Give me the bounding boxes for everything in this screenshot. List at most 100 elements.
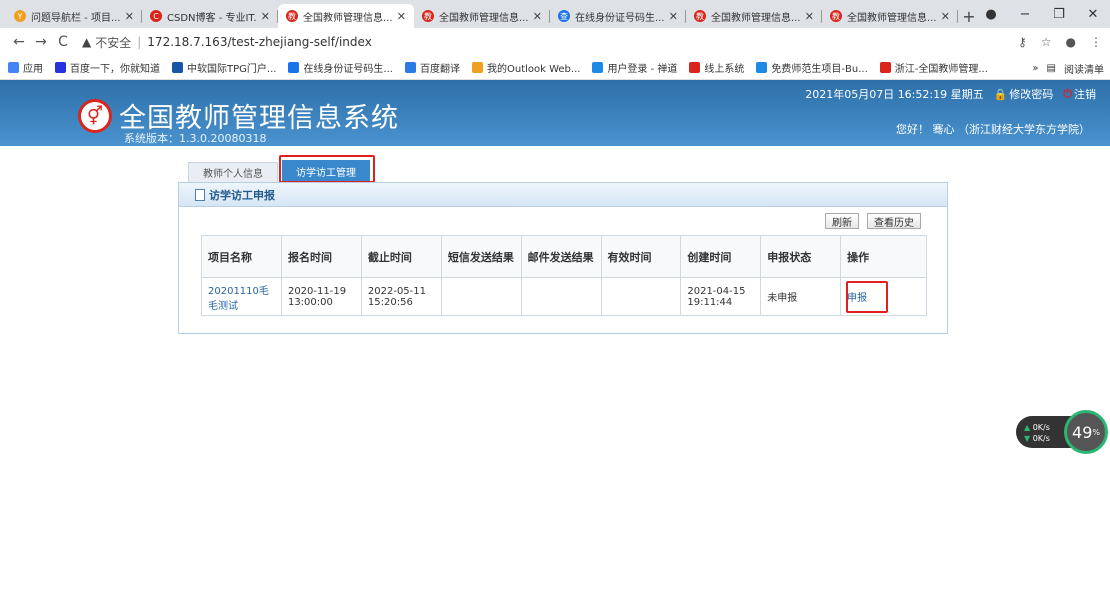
bookmark-label: 百度一下，你就知道	[70, 64, 160, 75]
key-icon[interactable]: ⚷	[1018, 35, 1027, 49]
project-table: 项目名称 报名时间 截止时间 短信发送结果 邮件发送结果 有效时间 创建时间 申…	[201, 235, 927, 316]
bookmark-item[interactable]: 百度翻译	[404, 60, 460, 75]
download-speed: 0K/s	[1032, 434, 1050, 443]
bookmark-item[interactable]: 线上系统	[689, 60, 744, 75]
bookmarks-more-icon[interactable]: »	[1032, 63, 1038, 74]
valid-time-cell	[600, 277, 682, 316]
browser-tab[interactable]: Y 问题导航栏 - 项目... ✕	[6, 4, 142, 28]
signup-time-cell: 2020-11-19 13:00:00	[280, 277, 362, 316]
browser-tab[interactable]: 教全国教师管理信息... ✕	[686, 4, 822, 28]
view-history-button[interactable]: 查看历史	[867, 213, 921, 229]
created-time-cell: 2021-04-15 19:11:44	[680, 277, 762, 316]
star-icon[interactable]: ☆	[1041, 35, 1052, 49]
sms-result-cell	[440, 277, 522, 316]
download-icon: ▼	[1024, 434, 1031, 443]
power-icon: ⏻	[1063, 87, 1072, 100]
project-name-cell[interactable]: 20201110毛毛测试	[201, 277, 282, 316]
url-text: 172.18.7.163/test-zhejiang-self/index	[147, 35, 372, 49]
refresh-button[interactable]: 刷新	[825, 213, 859, 229]
document-icon	[195, 188, 205, 201]
menu-icon[interactable]: ⋮	[1090, 35, 1102, 49]
bookmark-favicon-icon	[288, 62, 300, 73]
deadline-cell: 2022-05-11 15:20:56	[360, 277, 442, 316]
email-result-cell	[520, 277, 602, 316]
close-window-icon[interactable]: ✕	[1076, 7, 1110, 22]
account-icon[interactable]: ●	[1066, 35, 1076, 49]
bookmark-favicon-icon	[879, 62, 891, 73]
tab-close-icon[interactable]: ✕	[941, 10, 950, 23]
tab-label: 问题导航栏 - 项目...	[31, 12, 121, 24]
security-label: 不安全	[95, 35, 132, 50]
reload-icon[interactable]: C	[52, 34, 74, 50]
bookmark-favicon-icon	[172, 62, 183, 73]
tab-label: 在线身份证号码生...	[575, 12, 665, 24]
address-bar: ← → C ▲ 不安全 | 172.18.7.163/test-zhejiang…	[0, 28, 1110, 56]
browser-tab[interactable]: 查在线身份证号码生... ✕	[550, 4, 686, 28]
bookmark-item[interactable]: 浙江-全国教师管理...	[879, 60, 988, 75]
browser-tab[interactable]: 教全国教师管理信息... ✕	[414, 4, 550, 28]
back-icon[interactable]: ←	[8, 34, 30, 50]
lock-icon: 🔒	[993, 87, 1008, 101]
maximize-icon[interactable]: ❐	[1042, 7, 1076, 22]
bookmark-item[interactable]: 百度一下，你就知道	[55, 60, 160, 75]
column-header: 操作	[840, 235, 927, 278]
usage-percent: 49%	[1064, 410, 1108, 454]
forward-icon[interactable]: →	[30, 34, 52, 50]
logout-link[interactable]: 注销	[1074, 86, 1096, 102]
column-header: 有效时间	[600, 235, 682, 278]
url-divider: |	[137, 35, 142, 49]
bookmark-label: 用户登录 - 禅道	[607, 64, 678, 75]
upload-speed: 0K/s	[1032, 423, 1050, 432]
bookmark-item[interactable]: 用户登录 - 禅道	[592, 60, 677, 75]
tab-favicon-icon: C	[150, 10, 162, 22]
bookmark-favicon-icon	[404, 62, 416, 73]
system-version: 系统版本：1.3.0.20080318	[124, 132, 267, 145]
highlight-box-apply	[846, 281, 888, 313]
tab-close-icon[interactable]: ✕	[805, 10, 814, 23]
status-cell: 未申报	[760, 277, 842, 316]
column-header: 截止时间	[360, 235, 442, 278]
upload-icon: ▲	[1024, 423, 1031, 432]
profile-icon[interactable]: ●	[974, 7, 1008, 22]
bookmark-label: 线上系统	[704, 64, 745, 75]
user-greeting: 您好！ 骞心 （浙江财经大学东方学院）	[896, 123, 1090, 136]
change-password-link[interactable]: 修改密码	[1009, 86, 1053, 102]
minimize-icon[interactable]: −	[1008, 7, 1042, 22]
tab-close-icon[interactable]: ✕	[261, 10, 270, 23]
column-header: 邮件发送结果	[520, 235, 602, 278]
tab-close-icon[interactable]: ✕	[533, 10, 542, 23]
browser-tab[interactable]: C CSDN博客 - 专业IT... ✕	[142, 4, 278, 28]
header-right-top: 2021年05月07日 16:52:19 星期五 🔒 修改密码 ⏻ 注销	[795, 86, 1096, 102]
bookmark-favicon-icon	[592, 62, 604, 73]
bookmark-label: 浙江-全国教师管理...	[894, 64, 988, 75]
bookmark-item[interactable]: 中软国际TPG门户...	[172, 60, 276, 75]
table-row: 20201110毛毛测试 2020-11-19 13:00:00 2022-05…	[201, 277, 927, 316]
bookmark-item[interactable]: 在线身份证号码生...	[288, 60, 393, 75]
bookmark-label: 免费师范生项目-Bu...	[771, 64, 868, 75]
reading-list-icon[interactable]: ▤	[1047, 63, 1056, 74]
tab-teacher-info[interactable]: 教师个人信息	[188, 162, 278, 182]
bookmark-favicon-icon	[55, 62, 66, 73]
bookmark-item[interactable]: 应用	[8, 60, 43, 75]
tab-favicon-icon: 教	[830, 10, 842, 22]
bookmark-label: 百度翻译	[419, 64, 460, 75]
warning-icon: ▲	[82, 35, 92, 49]
url-field[interactable]: ▲ 不安全 | 172.18.7.163/test-zhejiang-self/…	[82, 34, 372, 51]
tab-close-icon[interactable]: ✕	[397, 10, 406, 23]
tab-close-icon[interactable]: ✕	[669, 10, 678, 23]
project-name-link[interactable]: 20201110毛毛测试	[208, 286, 269, 312]
column-header: 创建时间	[680, 235, 762, 278]
reading-list-label[interactable]: 阅读清单	[1064, 61, 1104, 76]
network-speed-widget[interactable]: ▲ 0K/s ▼ 0K/s 49%	[1016, 410, 1110, 454]
panel-toolbar: 刷新 查看历史	[817, 213, 921, 229]
tab-label: CSDN博客 - 专业IT...	[167, 12, 257, 24]
datetime: 2021年05月07日 16:52:19 星期五	[805, 88, 984, 101]
bookmark-item[interactable]: 我的Outlook Web...	[471, 60, 580, 75]
tab-favicon-icon: 查	[558, 10, 570, 22]
tab-close-icon[interactable]: ✕	[125, 10, 134, 23]
bookmark-item[interactable]: 免费师范生项目-Bu...	[756, 60, 868, 75]
tab-favicon-icon: 教	[286, 10, 298, 22]
browser-tab[interactable]: 教全国教师管理信息... ✕	[822, 4, 958, 28]
browser-tab[interactable]: 教全国教师管理信息... ✕	[278, 4, 414, 28]
window-controls: ● − ❐ ✕	[974, 0, 1110, 28]
